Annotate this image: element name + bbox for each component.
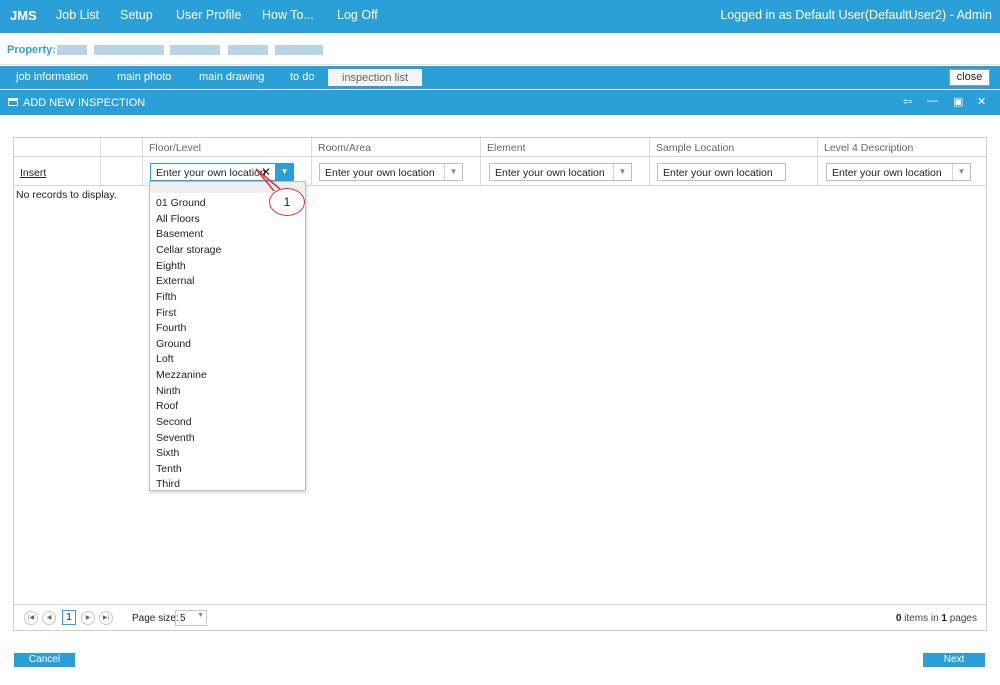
dropdown-option[interactable]: Seventh — [156, 432, 195, 444]
tab-main-photo[interactable]: main photo — [117, 71, 171, 83]
level-4-description-combobox[interactable]: Enter your own location ▼ — [826, 163, 971, 181]
tab-to-do[interactable]: to do — [290, 71, 314, 83]
next-button[interactable]: Next — [923, 653, 985, 667]
pin-icon[interactable]: ⇦ — [903, 95, 912, 108]
dropdown-option[interactable]: Second — [156, 416, 192, 428]
next-page-icon[interactable]: ▶ — [81, 611, 95, 625]
last-page-icon[interactable]: ▶| — [99, 611, 113, 625]
dropdown-option[interactable]: Cellar storage — [156, 244, 221, 256]
dropdown-option[interactable]: Ground — [156, 338, 191, 350]
no-records-message: No records to display. — [16, 189, 117, 201]
room-area-input[interactable]: Enter your own location — [325, 167, 435, 179]
close-window-icon[interactable]: ✕ — [977, 95, 986, 108]
dropdown-option[interactable]: First — [156, 307, 176, 319]
pages-label: pages — [949, 613, 977, 624]
floor-level-dropdown-list: 01 Ground All Floors Basement Cellar sto… — [149, 181, 306, 491]
redacted-text — [94, 45, 164, 55]
level-4-description-input[interactable]: Enter your own location — [832, 167, 942, 179]
redacted-text — [170, 45, 220, 55]
redacted-text — [57, 45, 87, 55]
dropdown-option[interactable]: Sixth — [156, 447, 179, 459]
first-page-icon[interactable]: |◀ — [24, 611, 38, 625]
chevron-down-icon[interactable]: ▼ — [197, 612, 204, 619]
dropdown-option[interactable]: Basement — [156, 228, 203, 240]
maximize-icon[interactable]: ▣ — [953, 95, 963, 108]
column-header-level-4-description[interactable]: Level 4 Description — [817, 138, 987, 157]
dropdown-arrow-icon[interactable]: ▼ — [613, 164, 631, 180]
dropdown-option[interactable]: Fifth — [156, 291, 176, 303]
nav-setup[interactable]: Setup — [120, 8, 153, 22]
previous-page-icon[interactable]: ◀ — [42, 611, 56, 625]
redacted-text — [275, 45, 323, 55]
sample-location-input[interactable]: Enter your own location — [663, 167, 773, 179]
row-cell-sample: Enter your own location — [649, 157, 817, 186]
tab-job-information[interactable]: job information — [16, 71, 88, 83]
property-bar: Property: — [0, 33, 1000, 65]
nav-user-profile[interactable]: User Profile — [176, 8, 241, 22]
redacted-text — [228, 45, 268, 55]
pages-count: 1 — [941, 613, 947, 624]
dropdown-option[interactable]: Loft — [156, 353, 174, 365]
logged-in-status: Logged in as Default User(DefaultUser2) … — [720, 8, 992, 22]
column-header-room-area[interactable]: Room/Area — [311, 138, 480, 157]
cancel-button[interactable]: Cancel — [14, 653, 75, 667]
dropdown-option[interactable]: Mezzanine — [156, 369, 207, 381]
property-label: Property: — [7, 44, 56, 56]
page-number[interactable]: 1 — [62, 610, 76, 625]
element-combobox[interactable]: Enter your own location ▼ — [489, 163, 632, 181]
sample-location-field[interactable]: Enter your own location — [657, 163, 786, 181]
insert-link[interactable]: Insert — [20, 167, 46, 179]
page-size-label: Page size: — [132, 613, 179, 624]
dropdown-option[interactable]: Eighth — [156, 260, 186, 272]
dropdown-option[interactable]: Ninth — [156, 385, 181, 397]
row-cell-element: Enter your own location ▼ — [480, 157, 649, 186]
dropdown-option[interactable]: All Floors — [156, 213, 200, 225]
brand-logo[interactable]: JMS — [10, 8, 37, 23]
page-size-select[interactable]: 5 ▼ — [175, 610, 207, 626]
nav-job-list[interactable]: Job List — [56, 8, 99, 22]
close-button[interactable]: close — [949, 69, 990, 86]
dropdown-option[interactable]: Third — [156, 478, 180, 490]
dropdown-option[interactable]: Tenth — [156, 463, 182, 475]
dropdown-option[interactable]: Fourth — [156, 322, 186, 334]
window-header: ADD NEW INSPECTION ⇦ — ▣ ✕ — [0, 90, 1000, 115]
callout-marker: 1 — [269, 188, 305, 216]
dropdown-arrow-icon[interactable]: ▼ — [952, 164, 970, 180]
dropdown-option[interactable]: Roof — [156, 400, 178, 412]
column-header-sample-location[interactable]: Sample Location — [649, 138, 817, 157]
row-cell-blank — [100, 157, 142, 186]
window-icon — [8, 98, 18, 106]
tabs-bar: job information main photo main drawing … — [0, 66, 1000, 89]
top-navigation: JMS Job List Setup User Profile How To..… — [0, 0, 1000, 33]
grid-pager: |◀ ◀ 1 ▶ ▶| Page size: 5 ▼ 0 items in 1 … — [14, 604, 986, 630]
items-count: 0 — [895, 613, 902, 624]
nav-how-to[interactable]: How To... — [262, 8, 314, 22]
column-header-floor-level[interactable]: Floor/Level — [142, 138, 311, 157]
row-cell-level4: Enter your own location ▼ — [817, 157, 987, 186]
element-input[interactable]: Enter your own location — [495, 167, 605, 179]
minimize-icon[interactable]: — — [927, 95, 938, 107]
dropdown-arrow-icon[interactable]: ▼ — [444, 164, 462, 180]
tab-inspection-list[interactable]: inspection list — [328, 69, 423, 86]
row-cell-room: Enter your own location ▼ — [311, 157, 480, 186]
column-header-element[interactable]: Element — [480, 138, 649, 157]
items-in-label: items in — [904, 613, 939, 624]
window-title: ADD NEW INSPECTION — [23, 97, 146, 109]
tab-main-drawing[interactable]: main drawing — [199, 71, 264, 83]
grid-header: Floor/Level Room/Area Element Sample Loc… — [14, 138, 986, 157]
nav-log-off[interactable]: Log Off — [337, 8, 378, 22]
dropdown-option[interactable]: 01 Ground — [156, 197, 206, 209]
dropdown-option[interactable]: External — [156, 275, 195, 287]
page-size-value: 5 — [180, 613, 186, 624]
room-area-combobox[interactable]: Enter your own location ▼ — [319, 163, 463, 181]
column-header-blank — [100, 138, 142, 157]
items-summary: 0 items in 1 pages — [896, 613, 977, 624]
